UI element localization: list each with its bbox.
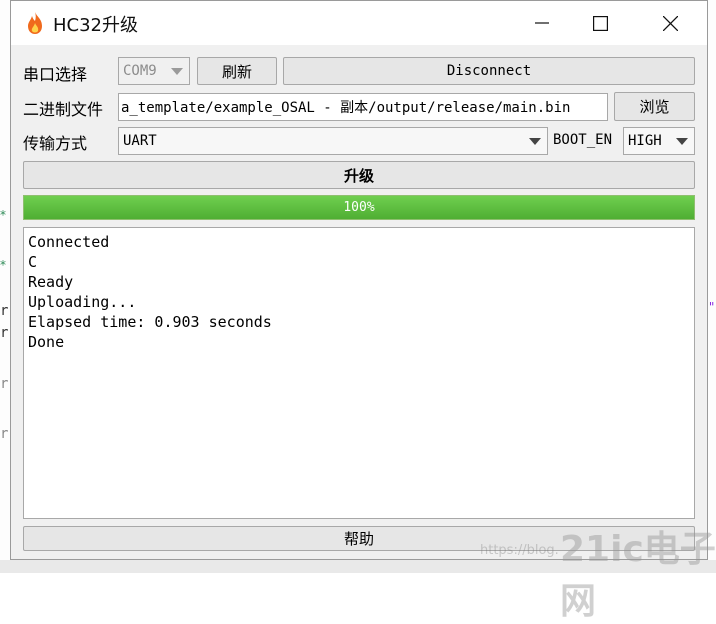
editor-text-fragment: r (0, 303, 9, 319)
window-title: HC32升级 (53, 15, 139, 36)
log-line: Uploading... (28, 293, 137, 311)
log-line: Ready (28, 273, 74, 291)
editor-marker: * (0, 258, 6, 272)
watermark-url: https://blog. (480, 543, 559, 558)
log-line: C (28, 253, 38, 271)
editor-text-fragment: r (0, 376, 9, 392)
binary-file-label: 二进制文件 (23, 100, 104, 119)
editor-marker: * (0, 208, 6, 222)
close-icon (662, 15, 678, 31)
app-window: HC32升级 串口选择 COM9 刷新 Disconnect 二进制文件 a_t… (10, 0, 708, 560)
log-line: Done (28, 333, 65, 351)
refresh-button[interactable]: 刷新 (197, 57, 277, 85)
minimize-button[interactable] (519, 1, 565, 45)
serial-port-label: 串口选择 (23, 65, 88, 84)
flame-icon (28, 12, 42, 34)
close-button[interactable] (647, 1, 693, 45)
chevron-down-icon (676, 138, 688, 145)
binary-path-input[interactable]: a_template/example_OSAL - 副本/output/rele… (118, 93, 608, 121)
log-line: Connected (28, 233, 110, 251)
progress-bar: 100% (23, 195, 695, 220)
watermark-logo: 21ic电子网 (560, 529, 716, 622)
disconnect-button[interactable]: Disconnect (283, 57, 695, 85)
editor-text-fragment: r (0, 325, 9, 341)
log-output[interactable]: Connected C Ready Uploading... Elapsed time:… (23, 227, 695, 519)
port-select-value: COM9 (123, 63, 157, 79)
transfer-mode-label: 传输方式 (23, 134, 88, 153)
editor-text-fragment: r (0, 426, 9, 442)
minimize-icon (535, 22, 549, 24)
maximize-button[interactable] (577, 1, 623, 45)
transfer-mode-value: UART (123, 133, 157, 149)
editor-text-fragment: " (708, 300, 716, 314)
log-line: Elapsed time: 0.903 seconds (28, 313, 272, 331)
boot-en-value: HIGH (628, 133, 662, 149)
chevron-down-icon (171, 68, 183, 75)
transfer-mode-select[interactable]: UART (118, 127, 548, 155)
chevron-down-icon (529, 138, 541, 145)
boot-en-select[interactable]: HIGH (623, 127, 695, 155)
maximize-icon (592, 15, 608, 31)
port-select[interactable]: COM9 (118, 57, 190, 85)
browse-button[interactable]: 浏览 (614, 92, 695, 121)
upgrade-button[interactable]: 升级 (23, 161, 695, 189)
boot-en-label: BOOT_EN (553, 132, 613, 148)
title-bar: HC32升级 (11, 1, 707, 45)
progress-text: 100% (343, 200, 375, 215)
